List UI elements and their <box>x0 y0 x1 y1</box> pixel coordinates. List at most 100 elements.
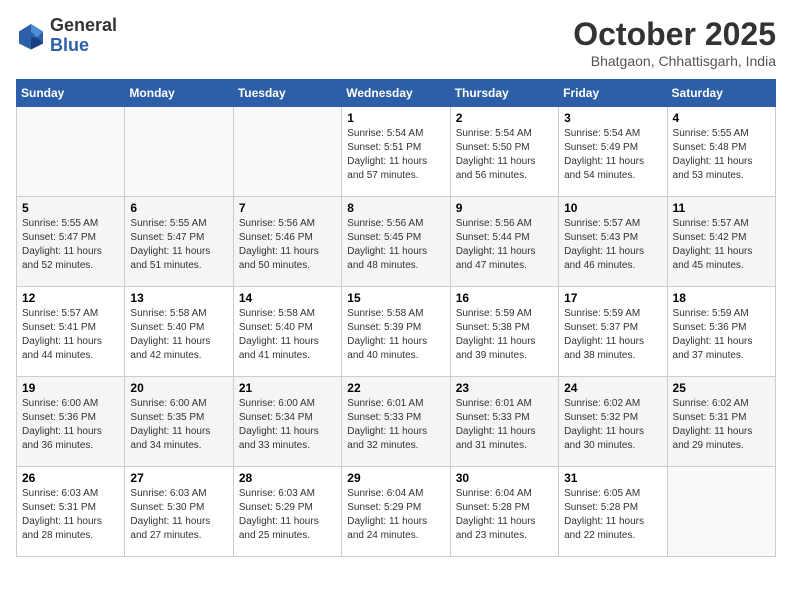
week-row-2: 5 Sunrise: 5:55 AM Sunset: 5:47 PM Daylig… <box>17 197 776 287</box>
day-number: 22 <box>347 381 444 395</box>
day-number: 8 <box>347 201 444 215</box>
day-cell: 14Sunrise: 5:58 AM Sunset: 5:40 PM Dayli… <box>233 287 341 377</box>
day-number: 1 <box>347 111 444 125</box>
day-number: 24 <box>564 381 661 395</box>
weekday-header-saturday: Saturday <box>667 80 775 107</box>
day-number: 30 <box>456 471 553 485</box>
day-info: Sunrise: 6:00 AM Sunset: 5:35 PM Dayligh… <box>130 397 227 453</box>
day-cell: 28 Sunrise: 6:03 AM Sunset: 5:29 PM Dayli… <box>233 467 341 557</box>
day-number: 16 <box>456 291 553 305</box>
day-cell: 16 Sunrise: 5:59 AM Sunset: 5:38 PM Dayli… <box>450 287 558 377</box>
day-info: Sunrise: 5:59 AM Sunset: 5:36 PM Dayligh… <box>673 307 770 363</box>
day-info: Sunrise: 5:59 AM Sunset: 5:37 PM Dayligh… <box>564 307 661 363</box>
month-title: October 2025 <box>573 16 776 53</box>
day-number: 14 <box>239 291 336 305</box>
day-number: 28 <box>239 471 336 485</box>
day-info: Sunrise: 5:54 AM Sunset: 5:50 PM Dayligh… <box>456 127 553 183</box>
day-cell <box>17 107 125 197</box>
day-info: Sunrise: 6:03 AM Sunset: 5:31 PM Dayligh… <box>22 487 119 543</box>
page-header: General Blue October 2025 Bhatgaon, Chha… <box>16 16 776 69</box>
day-info: Sunrise: 5:56 AM Sunset: 5:46 PM Dayligh… <box>239 217 336 273</box>
day-number: 27 <box>130 471 227 485</box>
day-number: 12 <box>22 291 119 305</box>
day-number: 29 <box>347 471 444 485</box>
day-cell: 8 Sunrise: 5:56 AM Sunset: 5:45 PM Daylig… <box>342 197 450 287</box>
day-info: Sunrise: 6:02 AM Sunset: 5:32 PM Dayligh… <box>564 397 661 453</box>
day-cell: 11 Sunrise: 5:57 AM Sunset: 5:42 PM Dayli… <box>667 197 775 287</box>
weekday-header-row: SundayMondayTuesdayWednesdayThursdayFrid… <box>17 80 776 107</box>
day-cell: 17 Sunrise: 5:59 AM Sunset: 5:37 PM Dayli… <box>559 287 667 377</box>
location: Bhatgaon, Chhattisgarh, India <box>573 53 776 69</box>
logo-blue: Blue <box>50 36 117 56</box>
day-number: 3 <box>564 111 661 125</box>
day-cell: 30 Sunrise: 6:04 AM Sunset: 5:28 PM Dayli… <box>450 467 558 557</box>
week-row-1: 1 Sunrise: 5:54 AM Sunset: 5:51 PM Daylig… <box>17 107 776 197</box>
day-cell: 20 Sunrise: 6:00 AM Sunset: 5:35 PM Dayli… <box>125 377 233 467</box>
day-info: Sunrise: 6:00 AM Sunset: 5:36 PM Dayligh… <box>22 397 119 453</box>
day-cell <box>667 467 775 557</box>
day-number: 20 <box>130 381 227 395</box>
day-number: 15 <box>347 291 444 305</box>
day-info: Sunrise: 6:03 AM Sunset: 5:29 PM Dayligh… <box>239 487 336 543</box>
day-info: Sunrise: 5:55 AM Sunset: 5:47 PM Dayligh… <box>22 217 119 273</box>
day-number: 21 <box>239 381 336 395</box>
day-info: Sunrise: 5:57 AM Sunset: 5:42 PM Dayligh… <box>673 217 770 273</box>
day-cell: 23Sunrise: 6:01 AM Sunset: 5:33 PM Dayli… <box>450 377 558 467</box>
day-info: Sunrise: 6:05 AM Sunset: 5:28 PM Dayligh… <box>564 487 661 543</box>
day-number: 7 <box>239 201 336 215</box>
day-info: Sunrise: 6:04 AM Sunset: 5:29 PM Dayligh… <box>347 487 444 543</box>
day-number: 17 <box>564 291 661 305</box>
day-cell: 24 Sunrise: 6:02 AM Sunset: 5:32 PM Dayli… <box>559 377 667 467</box>
day-number: 9 <box>456 201 553 215</box>
day-info: Sunrise: 5:56 AM Sunset: 5:44 PM Dayligh… <box>456 217 553 273</box>
day-cell <box>233 107 341 197</box>
day-number: 2 <box>456 111 553 125</box>
day-info: Sunrise: 5:54 AM Sunset: 5:51 PM Dayligh… <box>347 127 444 183</box>
day-info: Sunrise: 6:01 AM Sunset: 5:33 PM Dayligh… <box>347 397 444 453</box>
day-info: Sunrise: 5:59 AM Sunset: 5:38 PM Dayligh… <box>456 307 553 363</box>
day-info: Sunrise: 5:56 AM Sunset: 5:45 PM Dayligh… <box>347 217 444 273</box>
day-cell: 7 Sunrise: 5:56 AM Sunset: 5:46 PM Daylig… <box>233 197 341 287</box>
day-number: 5 <box>22 201 119 215</box>
week-row-3: 12 Sunrise: 5:57 AM Sunset: 5:41 PM Dayli… <box>17 287 776 377</box>
day-cell: 26 Sunrise: 6:03 AM Sunset: 5:31 PM Dayli… <box>17 467 125 557</box>
day-info: Sunrise: 5:55 AM Sunset: 5:48 PM Dayligh… <box>673 127 770 183</box>
day-info: Sunrise: 5:54 AM Sunset: 5:49 PM Dayligh… <box>564 127 661 183</box>
day-cell: 25Sunrise: 6:02 AM Sunset: 5:31 PM Dayli… <box>667 377 775 467</box>
weekday-header-wednesday: Wednesday <box>342 80 450 107</box>
weekday-header-friday: Friday <box>559 80 667 107</box>
day-cell: 12 Sunrise: 5:57 AM Sunset: 5:41 PM Dayli… <box>17 287 125 377</box>
day-cell: 22 Sunrise: 6:01 AM Sunset: 5:33 PM Dayli… <box>342 377 450 467</box>
calendar-table: SundayMondayTuesdayWednesdayThursdayFrid… <box>16 79 776 557</box>
day-number: 11 <box>673 201 770 215</box>
weekday-header-sunday: Sunday <box>17 80 125 107</box>
day-info: Sunrise: 6:01 AM Sunset: 5:33 PM Dayligh… <box>456 397 553 453</box>
weekday-header-monday: Monday <box>125 80 233 107</box>
day-number: 6 <box>130 201 227 215</box>
day-cell: 21 Sunrise: 6:00 AM Sunset: 5:34 PM Dayli… <box>233 377 341 467</box>
title-block: October 2025 Bhatgaon, Chhattisgarh, Ind… <box>573 16 776 69</box>
day-cell: 18 Sunrise: 5:59 AM Sunset: 5:36 PM Dayli… <box>667 287 775 377</box>
day-cell: 13Sunrise: 5:58 AM Sunset: 5:40 PM Dayli… <box>125 287 233 377</box>
logo: General Blue <box>16 16 117 56</box>
logo-general: General <box>50 16 117 36</box>
day-info: Sunrise: 5:57 AM Sunset: 5:43 PM Dayligh… <box>564 217 661 273</box>
day-number: 18 <box>673 291 770 305</box>
day-info: Sunrise: 6:04 AM Sunset: 5:28 PM Dayligh… <box>456 487 553 543</box>
week-row-4: 19Sunrise: 6:00 AM Sunset: 5:36 PM Dayli… <box>17 377 776 467</box>
day-info: Sunrise: 5:58 AM Sunset: 5:39 PM Dayligh… <box>347 307 444 363</box>
day-cell: 2 Sunrise: 5:54 AM Sunset: 5:50 PM Daylig… <box>450 107 558 197</box>
day-cell: 29 Sunrise: 6:04 AM Sunset: 5:29 PM Dayli… <box>342 467 450 557</box>
day-cell: 9 Sunrise: 5:56 AM Sunset: 5:44 PM Daylig… <box>450 197 558 287</box>
day-cell: 4 Sunrise: 5:55 AM Sunset: 5:48 PM Daylig… <box>667 107 775 197</box>
day-number: 26 <box>22 471 119 485</box>
day-info: Sunrise: 5:57 AM Sunset: 5:41 PM Dayligh… <box>22 307 119 363</box>
day-number: 31 <box>564 471 661 485</box>
day-number: 25 <box>673 381 770 395</box>
day-cell: 19Sunrise: 6:00 AM Sunset: 5:36 PM Dayli… <box>17 377 125 467</box>
day-info: Sunrise: 6:00 AM Sunset: 5:34 PM Dayligh… <box>239 397 336 453</box>
weekday-header-thursday: Thursday <box>450 80 558 107</box>
day-cell: 3 Sunrise: 5:54 AM Sunset: 5:49 PM Daylig… <box>559 107 667 197</box>
day-cell: 31 Sunrise: 6:05 AM Sunset: 5:28 PM Dayli… <box>559 467 667 557</box>
day-number: 4 <box>673 111 770 125</box>
